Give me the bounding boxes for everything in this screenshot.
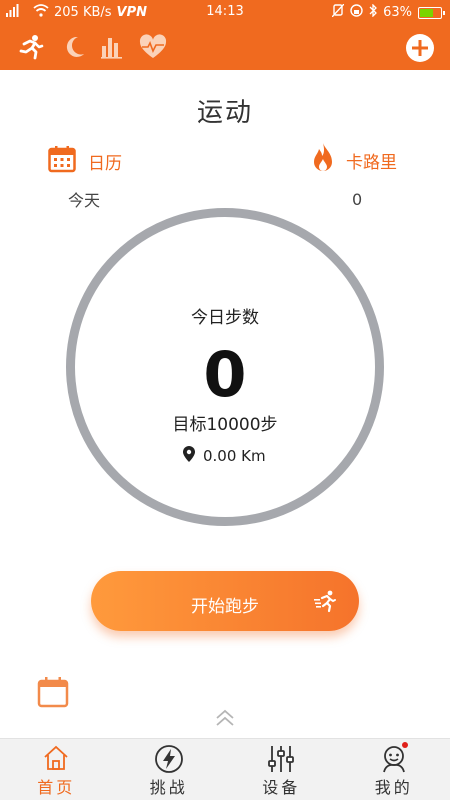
mute-icon	[331, 3, 345, 21]
nav-challenge-label: 挑战	[149, 778, 188, 797]
calendar-icon[interactable]	[37, 676, 69, 708]
status-bar: 205 KB/s VPN 14:13 63%	[0, 0, 450, 24]
app-header: 205 KB/s VPN 14:13 63%	[0, 0, 450, 70]
step-goal: 目标10000步	[172, 415, 278, 435]
bluetooth-icon	[369, 3, 378, 21]
nav-device-label: 设备	[262, 778, 301, 797]
distance-value: 0.00 Km	[203, 447, 266, 465]
calendar-value: 今天	[68, 191, 101, 210]
battery-icon	[418, 6, 445, 19]
steps-label: 今日步数	[191, 308, 259, 328]
heart-rate-icon[interactable]	[138, 34, 168, 60]
profile-icon	[382, 746, 405, 773]
lock-rotation-icon	[350, 4, 363, 21]
calendar-icon	[48, 145, 76, 177]
calorie-label: 卡路里	[346, 152, 397, 173]
expand-up-icon[interactable]	[214, 708, 236, 728]
nav-device[interactable]: 设备	[225, 739, 338, 800]
calorie-value: 0	[352, 190, 363, 209]
page-title: 运动	[196, 98, 253, 128]
home-icon	[44, 745, 68, 770]
running-icon[interactable]	[18, 34, 44, 60]
location-pin-icon	[183, 446, 195, 466]
plus-icon	[412, 40, 428, 56]
top-toolbar	[0, 24, 450, 70]
sliders-icon	[268, 746, 295, 772]
nav-profile[interactable]: 我的	[338, 739, 450, 800]
moon-icon[interactable]	[62, 34, 88, 60]
calorie-widget: 卡路里 0	[310, 142, 430, 209]
calendar-label: 日历	[88, 153, 122, 174]
lightning-icon	[154, 745, 183, 773]
distance-row: 0.00 Km	[183, 446, 266, 466]
flame-icon	[310, 142, 336, 178]
bar-chart-icon[interactable]	[99, 34, 125, 60]
start-running-button[interactable]: 开始跑步	[91, 571, 359, 631]
nav-home-label: 首页	[37, 778, 76, 797]
nav-home[interactable]: 首页	[0, 739, 113, 800]
bottom-navigation: 首页 挑战 设备 我的	[0, 738, 450, 800]
calendar-widget[interactable]: 日历 今天	[48, 145, 168, 211]
running-man-icon	[313, 589, 337, 613]
add-button[interactable]	[406, 34, 434, 62]
nav-profile-label: 我的	[374, 778, 413, 797]
notification-badge	[402, 742, 408, 748]
battery-percent: 63%	[383, 5, 412, 20]
step-count: 0	[203, 338, 247, 411]
nav-challenge[interactable]: 挑战	[113, 739, 226, 800]
